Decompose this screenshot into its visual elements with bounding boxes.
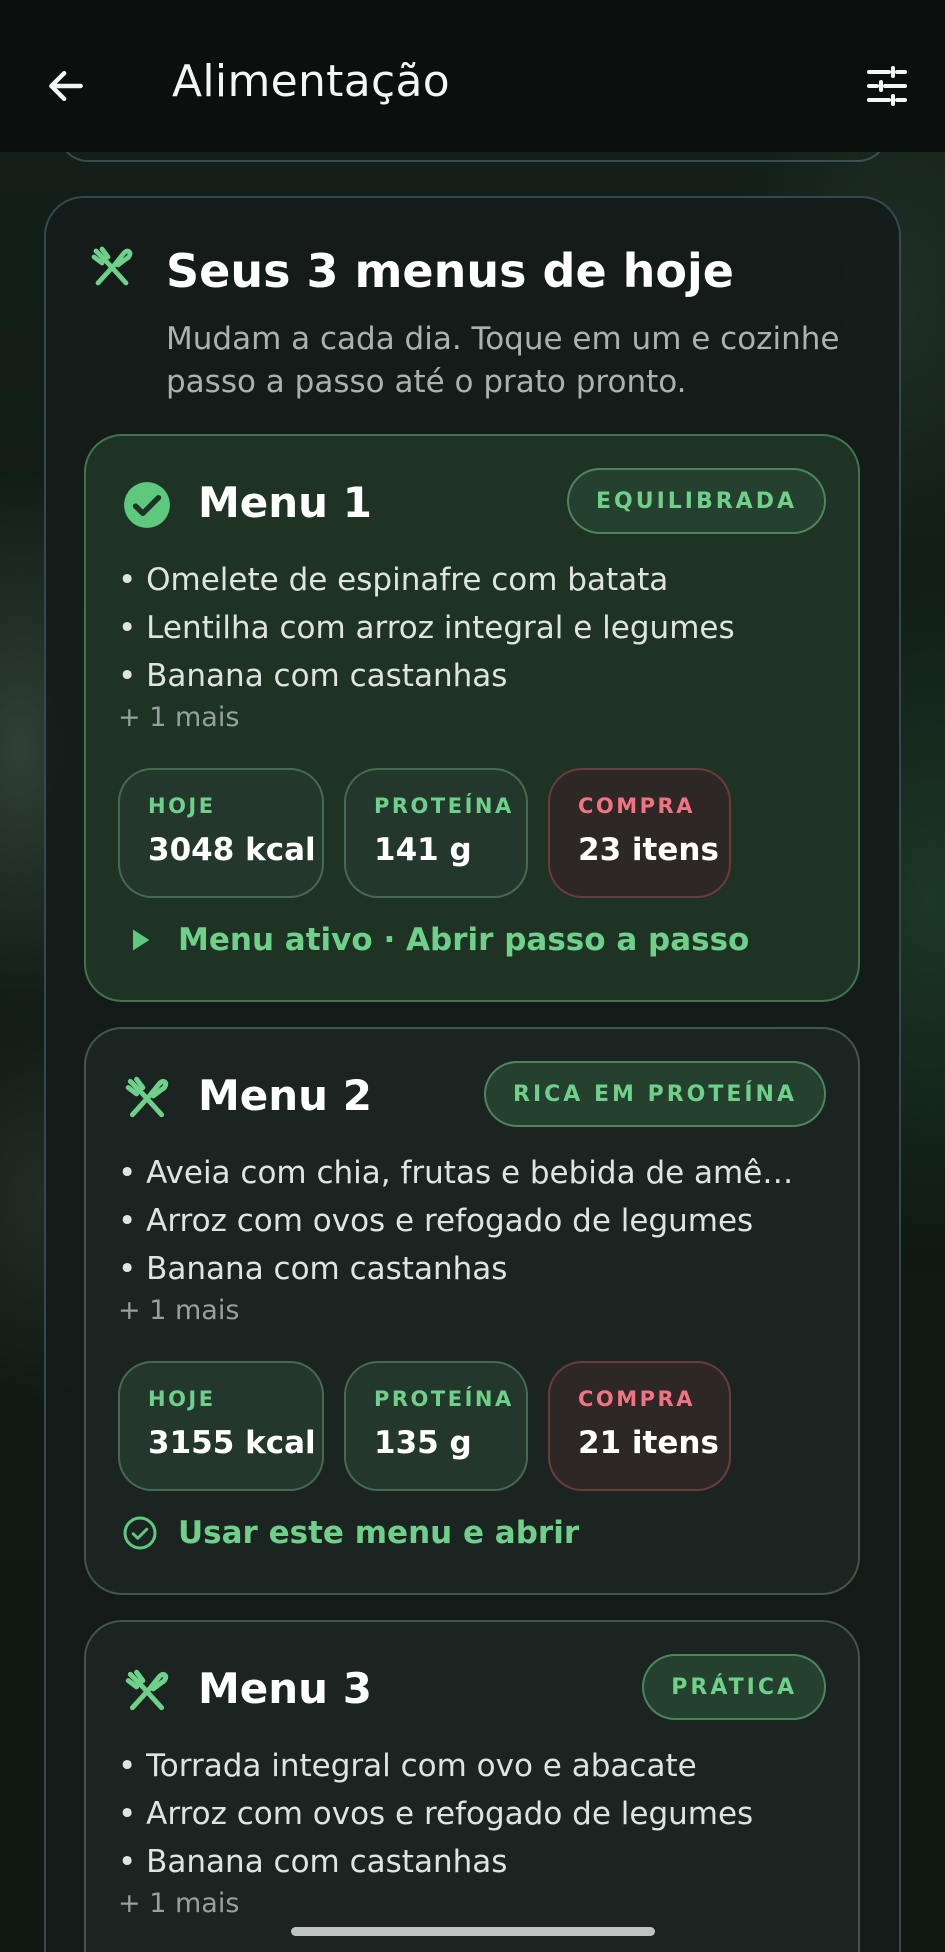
- stat-shopping: COMPRA 21 itens: [548, 1361, 731, 1491]
- action-label: Usar este menu e abrir: [178, 1515, 580, 1551]
- utensils-icon: [88, 243, 136, 291]
- menu-item: • Arroz com ovos e refogado de legumes: [118, 1203, 754, 1239]
- more-items: + 1 mais: [118, 1295, 240, 1326]
- home-indicator[interactable]: [291, 1927, 655, 1936]
- stat-label: HOJE: [148, 794, 216, 818]
- stat-calories: HOJE 3048 kcal: [118, 768, 324, 898]
- more-items: + 1 mais: [118, 702, 240, 733]
- arrow-left-icon: [49, 70, 83, 102]
- menu-card-3[interactable]: Menu 3 PRÁTICA • Torrada integral com ov…: [84, 1620, 860, 1952]
- panel-title: Seus 3 menus de hoje: [166, 244, 734, 298]
- stat-label: HOJE: [148, 1387, 216, 1411]
- stat-protein: PROTEÍNA 135 g: [344, 1361, 528, 1491]
- menu-card-2[interactable]: Menu 2 RICA EM PROTEÍNA • Aveia com chia…: [84, 1027, 860, 1595]
- stat-value: 21 itens: [578, 1425, 719, 1461]
- menu-item: • Lentilha com arroz integral e legumes: [118, 610, 735, 646]
- utensils-icon: [122, 1073, 172, 1123]
- check-circle-icon: [122, 480, 172, 530]
- open-step-by-step-button[interactable]: Menu ativo · Abrir passo a passo: [122, 922, 749, 958]
- stat-label: COMPRA: [578, 1387, 695, 1411]
- menu-item: • Torrada integral com ovo e abacate: [118, 1748, 697, 1784]
- page-title: Alimentação: [172, 56, 450, 107]
- menu-card-1[interactable]: Menu 1 EQUILIBRADA • Omelete de espinafr…: [84, 434, 860, 1002]
- stat-value: 23 itens: [578, 832, 719, 868]
- menu-item: • Arroz com ovos e refogado de legumes: [118, 1796, 754, 1832]
- panel-subtitle: Mudam a cada dia. Toque em um e cozinhe …: [166, 321, 840, 400]
- stat-value: 141 g: [374, 832, 472, 868]
- menu-item: • Omelete de espinafre com batata: [118, 562, 669, 598]
- stat-value: 135 g: [374, 1425, 472, 1461]
- menu-tag: PRÁTICA: [642, 1654, 826, 1720]
- stat-label: COMPRA: [578, 794, 695, 818]
- stat-label: PROTEÍNA: [374, 794, 514, 818]
- menu-title: Menu 3: [198, 1664, 372, 1713]
- check-circle-outline-icon: [122, 1515, 158, 1551]
- menu-items: • Torrada integral com ovo e abacate • A…: [118, 1742, 753, 1886]
- stat-value: 3155 kcal: [148, 1425, 316, 1461]
- sliders-icon: [867, 66, 907, 106]
- stat-value: 3048 kcal: [148, 832, 316, 868]
- use-menu-button[interactable]: Usar este menu e abrir: [122, 1515, 579, 1551]
- menu-items: • Omelete de espinafre com batata • Lent…: [118, 556, 735, 700]
- stat-protein: PROTEÍNA 141 g: [344, 768, 528, 898]
- app-bar: Alimentação: [0, 0, 945, 152]
- menu-item: • Aveia com chia, frutas e bebida de amê…: [118, 1155, 794, 1191]
- filter-button[interactable]: [859, 58, 915, 114]
- menu-title: Menu 2: [198, 1071, 372, 1120]
- menu-tag: EQUILIBRADA: [566, 468, 826, 534]
- menu-tag: RICA EM PROTEÍNA: [484, 1061, 826, 1127]
- menu-items: • Aveia com chia, frutas e bebida de amê…: [118, 1149, 793, 1293]
- more-items: + 1 mais: [118, 1888, 240, 1919]
- stat-calories: HOJE 3155 kcal: [118, 1361, 324, 1491]
- stat-label: PROTEÍNA: [374, 1387, 514, 1411]
- menu-item: • Banana com castanhas: [118, 1251, 508, 1287]
- menu-title: Menu 1: [198, 478, 372, 527]
- menu-item: • Banana com castanhas: [118, 1844, 508, 1880]
- menu-item: • Banana com castanhas: [118, 658, 508, 694]
- back-button[interactable]: [38, 58, 94, 114]
- action-label: Menu ativo · Abrir passo a passo: [178, 922, 750, 958]
- utensils-icon: [122, 1666, 172, 1716]
- stat-shopping: COMPRA 23 itens: [548, 768, 731, 898]
- play-icon: [122, 922, 158, 958]
